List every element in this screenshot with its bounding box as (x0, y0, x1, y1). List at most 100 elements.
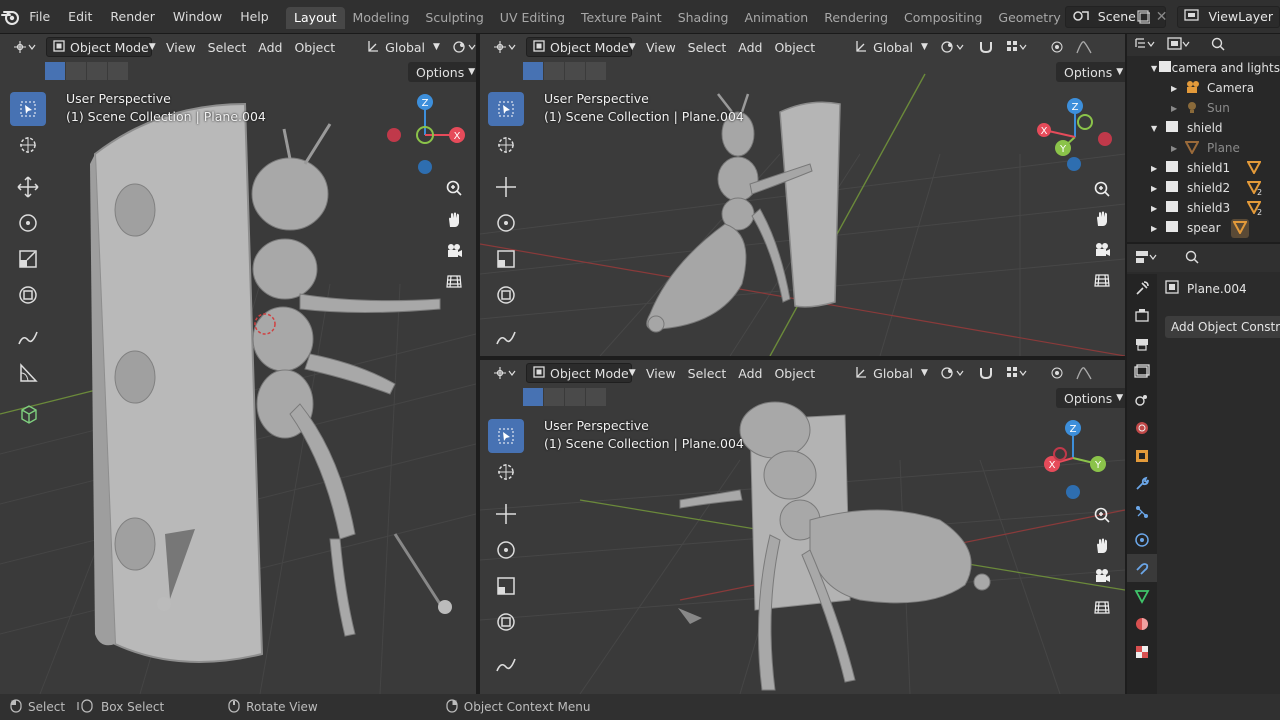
object-tab-icon[interactable] (1127, 442, 1157, 470)
visibility-icon[interactable] (1120, 37, 1125, 57)
expand-arrow-icon[interactable]: ▶ (1151, 164, 1165, 173)
display-mode-icon[interactable] (1167, 36, 1191, 54)
select-tool-icon[interactable] (10, 92, 46, 126)
tab-uv-editing[interactable]: UV Editing (492, 7, 573, 29)
camera-view-icon[interactable] (1089, 563, 1115, 589)
scale-tool-icon[interactable] (10, 242, 46, 276)
new-scene-icon[interactable] (1136, 9, 1150, 24)
material-icon[interactable] (1127, 610, 1157, 638)
expand-arrow-icon[interactable]: ▶ (1171, 104, 1185, 113)
menu-add[interactable]: Add (732, 37, 768, 57)
ortho-grid-icon[interactable] (441, 268, 467, 294)
select-new-icon[interactable] (45, 62, 65, 80)
view-layer-selector[interactable]: ViewLayer (1177, 5, 1280, 28)
pivot-point-icon[interactable] (934, 37, 972, 57)
output-icon[interactable] (1127, 330, 1157, 358)
move-tool-icon[interactable] (488, 497, 524, 531)
navigation-gizmo[interactable]: Z Y X (1030, 416, 1120, 506)
outliner-row-camera[interactable]: ▶ Camera (1127, 78, 1280, 98)
menu-object[interactable]: Object (768, 363, 821, 383)
world-icon[interactable] (1127, 414, 1157, 442)
proportional-edit-icon[interactable] (1044, 37, 1070, 57)
zoom-icon[interactable] (1089, 176, 1115, 202)
select-subtract-icon[interactable] (565, 388, 585, 406)
annotate-tool-icon[interactable] (488, 647, 524, 681)
cursor-tool-icon[interactable] (488, 455, 524, 489)
tab-animation[interactable]: Animation (736, 7, 816, 29)
transform-tool-icon[interactable] (10, 278, 46, 312)
select-tool-icon[interactable] (488, 92, 524, 126)
editor-type-icon[interactable] (488, 363, 522, 383)
expand-arrow-icon[interactable]: ▶ (1151, 204, 1165, 213)
rotate-tool-icon[interactable] (488, 533, 524, 567)
pan-hand-icon[interactable] (1089, 533, 1115, 559)
options-dropdown[interactable]: Options ▼ (1056, 388, 1125, 408)
menu-help[interactable]: Help (231, 0, 278, 34)
tab-shading[interactable]: Shading (670, 7, 737, 29)
outliner-row-shield3[interactable]: ▶ shield3 2 (1127, 198, 1280, 218)
close-scene-icon[interactable]: ✕ (1156, 9, 1168, 25)
menu-edit[interactable]: Edit (59, 0, 101, 34)
render-icon[interactable] (1127, 302, 1157, 330)
pan-hand-icon[interactable] (1089, 206, 1115, 232)
menu-render[interactable]: Render (101, 0, 164, 34)
object-mode-dropdown[interactable]: Object Mode ▼ (46, 37, 156, 57)
falloff-icon[interactable] (1070, 37, 1098, 57)
menu-add[interactable]: Add (732, 363, 768, 383)
outliner-row-shield[interactable]: ▼ shield (1127, 118, 1280, 138)
viewport-bottom-right[interactable]: Object Mode ▼ View Select Add Object Glo… (480, 360, 1125, 694)
snap-increment-icon[interactable] (1000, 37, 1034, 57)
tab-texture-paint[interactable]: Texture Paint (573, 7, 670, 29)
move-tool-icon[interactable] (488, 170, 524, 204)
transform-tool-icon[interactable] (488, 278, 524, 312)
tab-layout[interactable]: Layout (286, 6, 345, 29)
measure-tool-icon[interactable] (10, 356, 46, 390)
scale-tool-icon[interactable] (488, 569, 524, 603)
properties-search-icon[interactable] (1185, 250, 1199, 267)
select-tool-icon[interactable] (488, 419, 524, 453)
menu-view[interactable]: View (640, 363, 682, 383)
orientation-dropdown[interactable]: Global ▼ (849, 37, 934, 57)
select-invert-icon[interactable] (586, 62, 606, 80)
zoom-icon[interactable] (1089, 502, 1115, 528)
snap-icon[interactable] (972, 37, 1000, 57)
navigation-gizmo[interactable]: Z X (382, 90, 472, 180)
options-dropdown[interactable]: Options ▼ (408, 62, 476, 82)
tool-settings-icon[interactable] (1127, 274, 1157, 302)
pivot-point-icon[interactable] (934, 363, 972, 383)
tab-modeling[interactable]: Modeling (345, 7, 418, 29)
menu-select[interactable]: Select (682, 363, 733, 383)
pan-hand-icon[interactable] (441, 207, 467, 233)
menu-add[interactable]: Add (252, 37, 288, 57)
falloff-icon[interactable] (1070, 363, 1098, 383)
zoom-icon[interactable] (441, 175, 467, 201)
expand-arrow-icon[interactable]: ▶ (1171, 144, 1185, 153)
add-object-constraint-button[interactable]: Add Object Constraint (1165, 316, 1280, 338)
object-mode-dropdown[interactable]: Object Mode ▼ (526, 363, 636, 383)
editor-type-icon[interactable] (8, 37, 42, 57)
cursor-tool-icon[interactable] (10, 128, 46, 162)
annotate-tool-icon[interactable] (488, 320, 524, 354)
orientation-dropdown[interactable]: Global ▼ (849, 363, 934, 383)
menu-window[interactable]: Window (164, 0, 231, 34)
scale-tool-icon[interactable] (488, 242, 524, 276)
move-tool-icon[interactable] (10, 170, 46, 204)
physics-icon[interactable] (1127, 526, 1157, 554)
snap-icon[interactable] (972, 363, 1000, 383)
snap-increment-icon[interactable] (1000, 363, 1034, 383)
select-invert-icon[interactable] (108, 62, 128, 80)
tab-compositing[interactable]: Compositing (896, 7, 990, 29)
outliner-row-sun[interactable]: ▶ Sun (1127, 98, 1280, 118)
viewport-left[interactable]: Object Mode ▼ View Select Add Object Glo… (0, 34, 476, 694)
modifier-wrench-icon[interactable] (1127, 470, 1157, 498)
tab-sculpting[interactable]: Sculpting (417, 7, 491, 29)
texture-checker-icon[interactable] (1127, 638, 1157, 666)
select-subtract-icon[interactable] (565, 62, 585, 80)
rotate-tool-icon[interactable] (10, 206, 46, 240)
outliner-row-shield1[interactable]: ▶ shield1 (1127, 158, 1280, 178)
expand-arrow-icon[interactable]: ▶ (1151, 224, 1165, 233)
options-dropdown[interactable]: Options ▼ (1056, 62, 1125, 82)
select-new-icon[interactable] (523, 62, 543, 80)
orientation-dropdown[interactable]: Global ▼ (361, 37, 446, 57)
select-extend-icon[interactable] (544, 388, 564, 406)
